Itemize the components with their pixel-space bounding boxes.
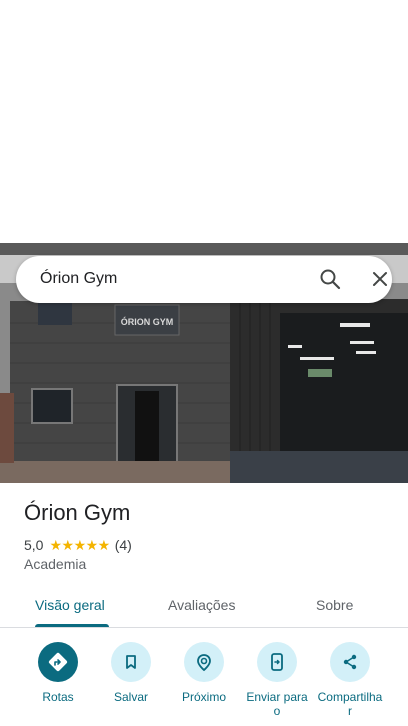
tab-overview[interactable]: Visão geral [35, 597, 105, 613]
share-button[interactable]: Compartilha r [312, 642, 388, 718]
close-icon[interactable] [368, 267, 392, 291]
nearby-label: Próximo [181, 690, 226, 704]
send-to-phone-button[interactable]: Enviar para o [239, 642, 315, 718]
tab-reviews[interactable]: Avaliações [168, 597, 235, 613]
rating-row[interactable]: 5,0 ★★★★★ (4) [24, 536, 132, 554]
review-count: (4) [114, 537, 132, 553]
star-rating-icon: ★★★★★ [49, 536, 110, 553]
rating-value: 5,0 [24, 537, 44, 553]
map-area[interactable] [0, 0, 408, 243]
save-button[interactable]: Salvar [93, 642, 169, 704]
nearby-button[interactable]: Próximo [166, 642, 242, 704]
send-to-phone-icon[interactable] [257, 642, 297, 682]
place-details-page: ÓRION GYM Órion Gym Órion Gym 5,0 ★★★★★ … [0, 0, 408, 726]
search-icon[interactable] [318, 267, 342, 291]
active-tab-indicator [35, 624, 109, 627]
directions-button[interactable]: Rotas [20, 642, 96, 704]
send-to-phone-label: Enviar para o [246, 690, 308, 718]
save-label: Salvar [113, 690, 148, 704]
share-label: Compartilha r [317, 690, 383, 718]
place-category: Academia [24, 556, 87, 572]
tab-about[interactable]: Sobre [316, 597, 353, 613]
bookmark-icon[interactable] [111, 642, 151, 682]
sign-text: ÓRION GYM [121, 316, 174, 327]
directions-label: Rotas [42, 690, 74, 704]
nearby-icon[interactable] [184, 642, 224, 682]
share-icon[interactable] [330, 642, 370, 682]
place-title: Órion Gym [24, 500, 131, 525]
search-bar[interactable]: Órion Gym [16, 256, 392, 303]
tab-bar: Visão geral Avaliações Sobre [0, 588, 408, 628]
search-input[interactable]: Órion Gym [40, 270, 117, 288]
directions-icon[interactable] [38, 642, 78, 682]
